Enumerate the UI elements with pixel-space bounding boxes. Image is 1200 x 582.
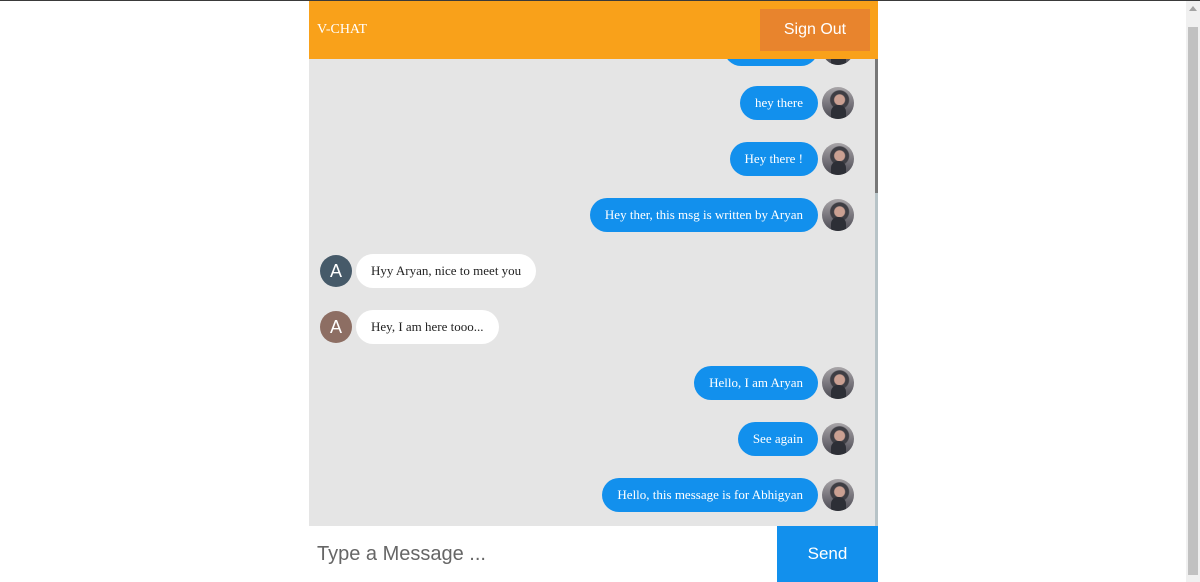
chat-scrollbar[interactable] [875, 59, 878, 526]
user-avatar [822, 143, 854, 175]
user-avatar [822, 423, 854, 455]
message-row: hey there [309, 86, 868, 142]
message-row: Hey ther, this msg is written by Aryan [309, 198, 868, 254]
app-brand: V-CHAT [317, 22, 368, 37]
message-row: A Hyy Aryan, nice to meet you [309, 254, 868, 310]
scroll-up-arrow-icon[interactable] [1189, 6, 1197, 11]
sender-avatar: A [320, 255, 352, 287]
message-row: Hello, I am Aryan [309, 366, 868, 422]
chat-scrollbar-thumb[interactable] [875, 59, 878, 193]
sender-avatar: A [320, 311, 352, 343]
sign-out-button[interactable]: Sign Out [760, 9, 870, 51]
message-row: See again [309, 422, 868, 478]
message-row: Hello, this message is for Abhigyan [309, 478, 868, 526]
message-row-partial [309, 59, 868, 88]
message-row: Hey there ! [309, 142, 868, 198]
message-bubble [724, 59, 818, 66]
message-bubble: Hello, this message is for Abhigyan [602, 478, 818, 512]
message-list[interactable]: hey there Hey there ! Hey ther, this msg… [309, 59, 878, 526]
user-avatar [822, 479, 854, 511]
page-scrollbar[interactable] [1186, 1, 1200, 582]
message-bubble: Hey, I am here tooo... [356, 310, 499, 344]
message-bubble: Hello, I am Aryan [694, 366, 818, 400]
user-avatar [822, 199, 854, 231]
message-composer: Send [309, 526, 878, 582]
user-avatar [822, 367, 854, 399]
message-input[interactable] [309, 526, 777, 582]
user-avatar [822, 87, 854, 119]
message-bubble: Hyy Aryan, nice to meet you [356, 254, 537, 288]
message-row: A Hey, I am here tooo... [309, 310, 868, 366]
page-scrollbar-thumb[interactable] [1188, 27, 1198, 575]
message-bubble: Hey ther, this msg is written by Aryan [589, 198, 818, 232]
message-bubble: Hey there ! [729, 142, 818, 176]
app-header: V-CHAT Sign Out [309, 1, 878, 59]
send-button[interactable]: Send [777, 526, 878, 582]
user-avatar [822, 59, 854, 65]
message-bubble: See again [737, 422, 818, 456]
message-bubble: hey there [739, 86, 818, 120]
chat-app: V-CHAT Sign Out hey there Hey there ! He… [309, 1, 878, 582]
